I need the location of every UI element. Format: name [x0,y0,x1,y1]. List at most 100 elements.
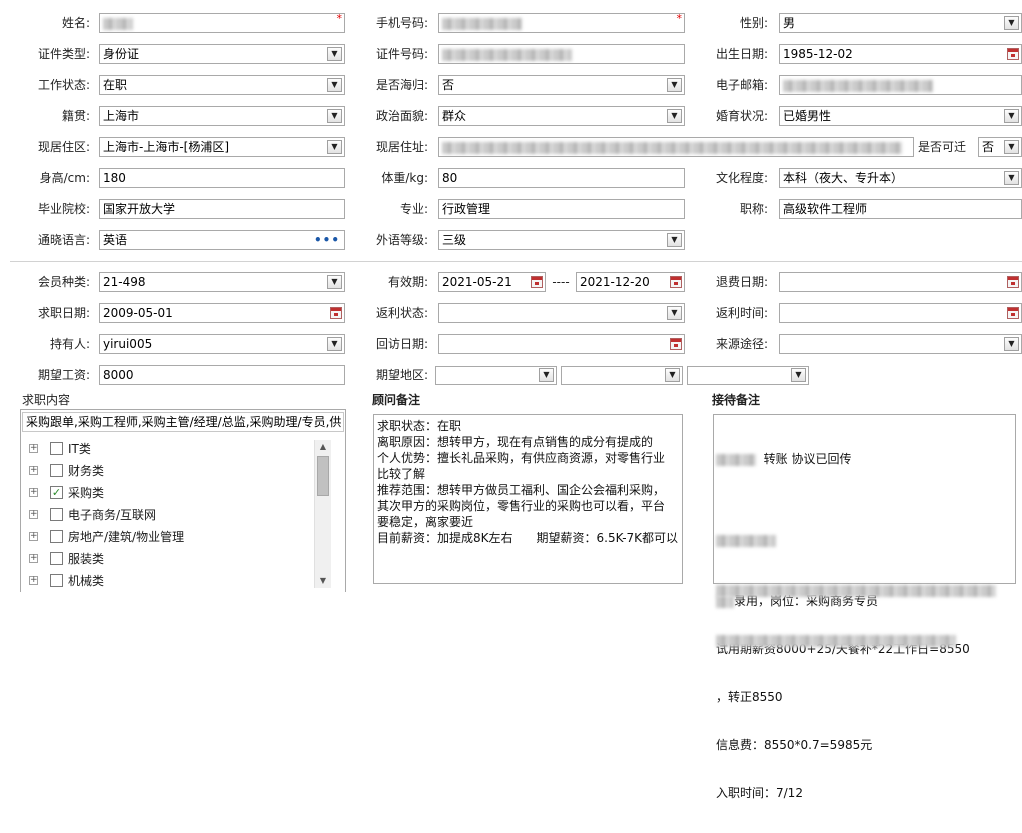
chevron-down-icon[interactable]: ▼ [327,140,342,154]
rebate-time-field[interactable] [779,303,1022,323]
chevron-down-icon[interactable]: ▼ [327,78,342,92]
scroll-down-icon[interactable]: ▼ [315,574,331,588]
chevron-down-icon[interactable]: ▼ [1004,140,1019,154]
residence-address-field[interactable] [438,137,914,157]
chevron-down-icon[interactable]: ▼ [667,233,682,247]
tree-scrollbar[interactable]: ▲ ▼ [314,440,331,588]
chevron-down-icon[interactable]: ▼ [327,109,342,123]
work-status-select[interactable]: 在职 ▼ [99,75,345,95]
valid-to-field[interactable]: 2021-12-20 [576,272,685,292]
marital-value: 已婚男性 [783,109,832,123]
chevron-down-icon[interactable]: ▼ [791,368,806,382]
reception-notes-box[interactable]: 转账 协议已回传 录用，岗位：采购商务专员 试用期薪资8000+25/天餐补*2… [713,414,1016,800]
chevron-down-icon[interactable]: ▼ [667,109,682,123]
tree-item-it[interactable]: + IT类 [23,438,323,460]
rebate-status-select[interactable]: ▼ [438,303,685,323]
more-options-icon[interactable]: ••• [314,231,340,249]
checkbox-purchasing[interactable]: ✓ [50,486,63,499]
checkbox-machinery[interactable] [50,574,63,587]
lang-level-select[interactable]: 三级 ▼ [438,230,685,250]
email-field[interactable] [779,75,1022,95]
revisit-date-field[interactable] [438,334,685,354]
chevron-down-icon[interactable]: ▼ [1004,171,1019,185]
calendar-icon[interactable] [531,276,543,288]
region-district-select[interactable]: ▼ [687,366,809,385]
calendar-icon[interactable] [1007,48,1019,60]
scroll-up-icon[interactable]: ▲ [315,440,331,454]
chevron-down-icon[interactable]: ▼ [1004,109,1019,123]
region-city-select[interactable]: ▼ [561,366,683,385]
chevron-down-icon[interactable]: ▼ [327,47,342,61]
source-label: 来源途径: [715,337,768,351]
school-field[interactable]: 国家开放大学 [99,199,345,219]
native-select[interactable]: 上海市 ▼ [99,106,345,126]
name-field[interactable]: * [99,13,345,33]
consultant-notes-box[interactable]: 求职状态：在职 离职原因：想转甲方，现在有点销售的成分有提成的 个人优势：擅长礼… [373,414,683,584]
calendar-icon[interactable] [1007,307,1019,319]
expand-icon[interactable]: + [29,532,38,541]
member-type-select[interactable]: 21-498 ▼ [99,272,345,292]
chevron-down-icon[interactable]: ▼ [327,337,342,351]
checkbox-finance[interactable] [50,464,63,477]
expand-icon[interactable]: + [29,466,38,475]
expand-icon[interactable]: + [29,576,38,585]
relocate-select[interactable]: 否 ▼ [978,137,1022,157]
tree-item-realestate[interactable]: + 房地产/建筑/物业管理 [23,526,323,548]
id-type-select[interactable]: 身份证 ▼ [99,44,345,64]
expand-icon[interactable]: + [29,510,38,519]
marital-select[interactable]: 已婚男性 ▼ [779,106,1022,126]
tree-item-clothing[interactable]: + 服装类 [23,548,323,570]
returnee-select[interactable]: 否 ▼ [438,75,685,95]
expand-icon[interactable]: + [29,554,38,563]
title-label: 职称: [739,202,768,216]
chevron-down-icon[interactable]: ▼ [1004,16,1019,30]
title-field[interactable]: 高级软件工程师 [779,199,1022,219]
native-value: 上海市 [103,109,140,123]
major-field[interactable]: 行政管理 [438,199,685,219]
tree-item-finance[interactable]: + 财务类 [23,460,323,482]
valid-from-field[interactable]: 2021-05-21 [438,272,546,292]
id-number-redacted [442,48,572,61]
tree-item-purchasing[interactable]: + ✓ 采购类 [23,482,323,504]
job-content-summary[interactable]: 采购跟单,采购工程师,采购主管/经理/总监,采购助理/专员,供 [22,412,344,432]
salary-field[interactable]: 8000 [99,365,345,385]
job-category-tree: + IT类 + 财务类 + ✓ 采购类 + 电子商务/互联网 + 房地产/建筑/… [23,438,328,593]
tree-item-machinery[interactable]: + 机械类 [23,570,323,592]
phone-field[interactable]: * [438,13,685,33]
language-field[interactable]: 英语 ••• [99,230,345,250]
tree-label: 机械类 [68,574,105,588]
checkbox-clothing[interactable] [50,552,63,565]
chevron-down-icon[interactable]: ▼ [667,306,682,320]
holder-select[interactable]: yirui005 ▼ [99,334,345,354]
expand-icon[interactable]: + [29,488,38,497]
chevron-down-icon[interactable]: ▼ [665,368,680,382]
refund-date-field[interactable] [779,272,1022,292]
weight-field[interactable]: 80 [438,168,685,188]
checkbox-it[interactable] [50,442,63,455]
reception-line-6: 入职时间：7/12 [716,786,803,800]
political-select[interactable]: 群众 ▼ [438,106,685,126]
chevron-down-icon[interactable]: ▼ [327,275,342,289]
tree-label: 服装类 [68,552,105,566]
calendar-icon[interactable] [1007,276,1019,288]
calendar-icon[interactable] [670,276,682,288]
job-date-field[interactable]: 2009-05-01 [99,303,345,323]
checkbox-ecommerce[interactable] [50,508,63,521]
height-field[interactable]: 180 [99,168,345,188]
expand-icon[interactable]: + [29,444,38,453]
gender-select[interactable]: 男 ▼ [779,13,1022,33]
calendar-icon[interactable] [670,338,682,350]
id-number-field[interactable] [438,44,685,64]
source-select[interactable]: ▼ [779,334,1022,354]
chevron-down-icon[interactable]: ▼ [539,368,554,382]
chevron-down-icon[interactable]: ▼ [1004,337,1019,351]
chevron-down-icon[interactable]: ▼ [667,78,682,92]
scrollbar-thumb[interactable] [317,456,329,496]
education-select[interactable]: 本科（夜大、专升本） ▼ [779,168,1022,188]
region-province-select[interactable]: ▼ [435,366,557,385]
birth-date-field[interactable]: 1985-12-02 [779,44,1022,64]
checkbox-realestate[interactable] [50,530,63,543]
tree-item-ecommerce[interactable]: + 电子商务/互联网 [23,504,323,526]
calendar-icon[interactable] [330,307,342,319]
residence-area-select[interactable]: 上海市-上海市-[杨浦区] ▼ [99,137,345,157]
